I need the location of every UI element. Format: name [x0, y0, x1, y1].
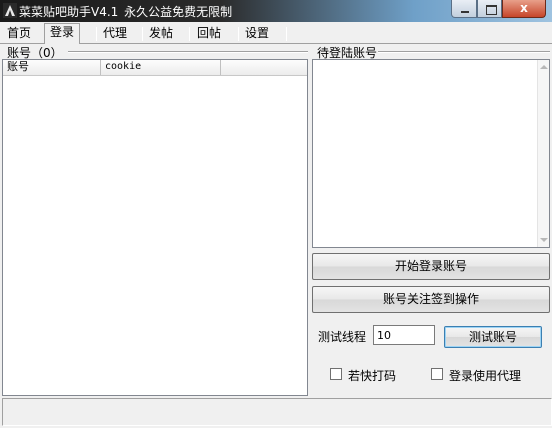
- app-icon: [3, 3, 17, 18]
- minimize-button[interactable]: [451, 0, 477, 18]
- group-border: [68, 51, 308, 53]
- tab-proxy[interactable]: 代理: [98, 25, 132, 43]
- tab-login[interactable]: 登录: [44, 23, 81, 44]
- pending-accounts-textarea[interactable]: [312, 59, 550, 248]
- column-extra[interactable]: [221, 60, 309, 75]
- tab-home[interactable]: 首页: [2, 25, 36, 43]
- maximize-button[interactable]: [477, 0, 502, 18]
- window-title: 菜菜贴吧助手V4.1 永久公益免费无限制: [19, 3, 232, 20]
- pending-accounts-group: 待登陆账号: [312, 44, 550, 248]
- app-name: 菜菜贴吧助手V4.1: [19, 5, 119, 19]
- tab-settings[interactable]: 设置: [240, 25, 274, 43]
- tab-post[interactable]: 发帖: [144, 25, 178, 43]
- login-proxy-checkbox[interactable]: [431, 368, 443, 380]
- group-border: [378, 51, 550, 53]
- thread-count-input[interactable]: [373, 325, 435, 345]
- column-cookie[interactable]: cookie: [101, 60, 221, 75]
- title-bar[interactable]: 菜菜贴吧助手V4.1 永久公益免费无限制 x: [0, 0, 552, 22]
- app-slogan: 永久公益免费无限制: [124, 5, 233, 19]
- tab-separator: [238, 27, 239, 41]
- login-proxy-label[interactable]: 登录使用代理: [449, 367, 521, 384]
- start-login-button[interactable]: 开始登录账号: [312, 253, 550, 280]
- scroll-down-icon[interactable]: [540, 238, 548, 242]
- tab-reply[interactable]: 回帖: [192, 25, 226, 43]
- tab-separator: [142, 27, 143, 41]
- column-account[interactable]: 账号: [3, 60, 101, 75]
- accounts-list-header: 账号 cookie: [3, 60, 307, 76]
- thread-test-label: 测试线程: [318, 330, 367, 344]
- tab-separator: [286, 27, 287, 41]
- scroll-up-icon[interactable]: [540, 65, 548, 69]
- close-button[interactable]: x: [502, 0, 546, 18]
- ruokuai-captcha-label[interactable]: 若快打码: [348, 367, 396, 384]
- test-account-button[interactable]: 测试账号: [444, 326, 542, 348]
- accounts-list[interactable]: 账号 cookie: [2, 59, 308, 396]
- ruokuai-captcha-checkbox[interactable]: [330, 368, 342, 380]
- tab-bar: 首页 登录 代理 发帖 回帖 设置: [0, 22, 552, 44]
- follow-sign-button[interactable]: 账号关注签到操作: [312, 286, 550, 313]
- tab-separator: [96, 27, 97, 41]
- vertical-scrollbar[interactable]: [537, 60, 549, 247]
- accounts-group: 账号（0） 账号 cookie: [2, 44, 308, 396]
- close-icon: x: [520, 1, 528, 15]
- tab-separator: [189, 27, 190, 41]
- status-bar: [2, 398, 552, 426]
